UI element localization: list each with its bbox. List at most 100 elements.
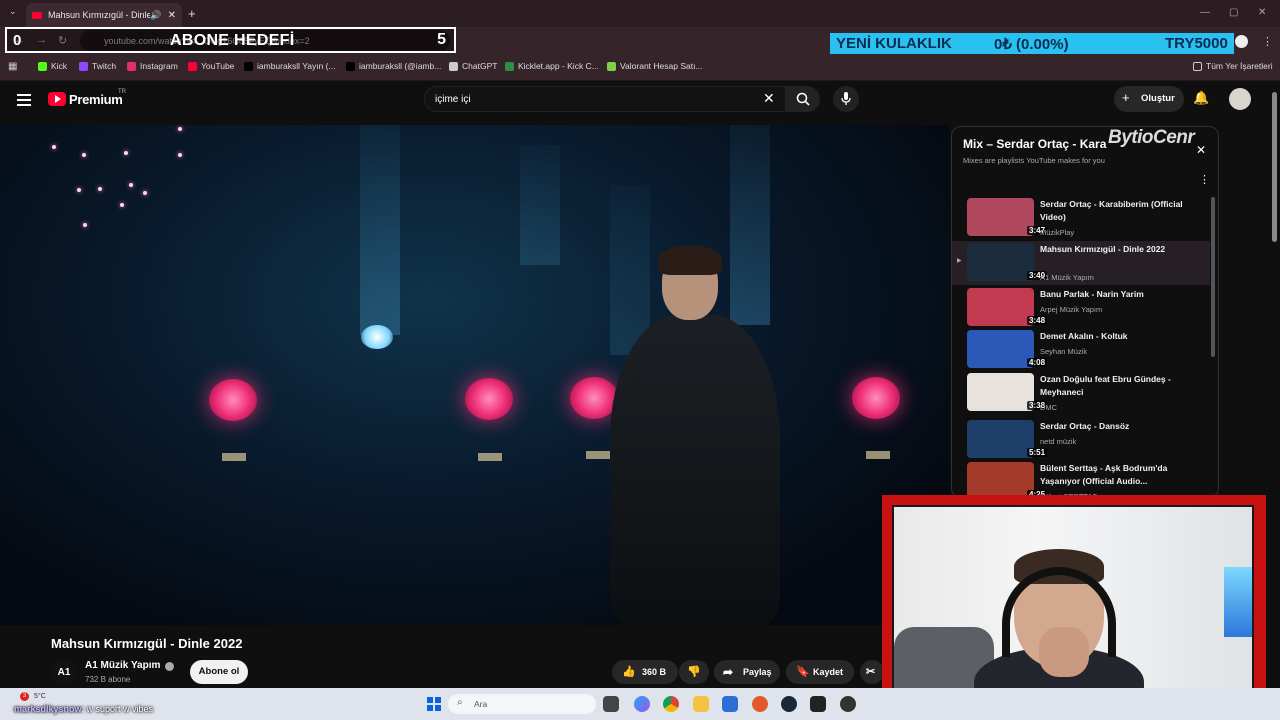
notifications-bell-icon[interactable]: 🔔 xyxy=(1193,90,1209,106)
epic-games-icon[interactable] xyxy=(810,696,826,712)
bookmark-item[interactable]: iamburaksll (@iamb... xyxy=(346,61,441,71)
tab-close-icon[interactable]: ✕ xyxy=(168,10,176,21)
user-avatar[interactable] xyxy=(1229,88,1251,110)
clip-button[interactable]: ✂ xyxy=(860,660,884,684)
channel-avatar[interactable]: A1 xyxy=(51,660,77,686)
video-player[interactable] xyxy=(0,125,950,625)
playlist-thumbnail[interactable]: 3:47 xyxy=(967,198,1048,236)
tab-search-icon[interactable]: ⌄ xyxy=(9,6,17,17)
bookmark-item[interactable]: ChatGPT xyxy=(449,61,497,71)
clear-search-icon[interactable]: ✕ xyxy=(763,90,775,107)
brave-icon[interactable] xyxy=(752,696,768,712)
browser-tab-active[interactable]: Mahsun Kırmızıgül - Dinle 2 🔊 ✕ xyxy=(26,3,182,27)
taskbar-search-placeholder: Ara xyxy=(474,699,488,709)
voice-search-button[interactable] xyxy=(833,86,859,112)
subscribe-button[interactable]: Abone ol xyxy=(190,660,248,684)
playlist-item[interactable]: ▶ 3:40 Mahsun Kırmızıgül - Dinle 2022 A1 Mü… xyxy=(952,241,1210,285)
donation-goal-bar: YENİ KULAKLIK 0₺ (0.00%) TRY5000 xyxy=(830,33,1234,54)
task-view-icon[interactable] xyxy=(603,696,619,712)
donation-goal-amount: 0₺ (0.00%) xyxy=(994,36,1069,53)
minimize-icon[interactable]: — xyxy=(1200,7,1210,18)
playlist-thumbnail[interactable]: 3:48 xyxy=(967,288,1048,326)
like-button[interactable]: 👍 360 B xyxy=(612,660,678,684)
youtube-premium-logo[interactable]: Premium xyxy=(69,92,123,107)
playlist-item[interactable]: 3:48 Banu Parlak - Narin Yarim Arpej Müzik… xyxy=(952,286,1210,330)
bookmark-label: Instagram xyxy=(140,61,178,71)
search-icon xyxy=(796,92,810,106)
bookmark-item[interactable]: Kick xyxy=(38,61,67,71)
playlist-close-icon[interactable]: ✕ xyxy=(1196,143,1206,157)
chat-user: marksdlkysnow xyxy=(14,704,82,714)
playlist-item-channel: A1 Müzik Yapım xyxy=(1040,273,1094,282)
page-scrollbar[interactable] xyxy=(1272,92,1277,242)
bookmark-item[interactable]: Kicklet.app - Kick C... xyxy=(505,61,599,71)
youtube-logo-icon[interactable] xyxy=(48,92,66,106)
weather-widget[interactable]: 5°C xyxy=(34,693,46,700)
pink-light xyxy=(209,379,257,421)
taskbar-search[interactable]: ⌕ Ara xyxy=(448,694,596,714)
playlist-item-title: Serdar Ortaç - Karabiberim (Official Vid… xyxy=(1040,199,1183,222)
window-close-icon[interactable]: ✕ xyxy=(1258,7,1266,18)
all-bookmarks-label: Tüm Yer İşaretleri xyxy=(1206,61,1273,71)
playlist-item-channel: netd müzik xyxy=(1040,437,1077,446)
stage-light-beam xyxy=(360,125,400,335)
copilot-icon[interactable] xyxy=(634,696,650,712)
bookmark-item[interactable]: YouTube xyxy=(188,61,234,71)
steam-icon[interactable] xyxy=(781,696,797,712)
floor-light xyxy=(586,451,610,459)
video-duration: 3:48 xyxy=(1027,316,1048,325)
new-tab-button[interactable]: + xyxy=(188,6,196,21)
playlist-item[interactable]: 3:47 Serdar Ortaç - Karabiberim (Official… xyxy=(952,196,1210,240)
donation-goal-label: YENİ KULAKLIK xyxy=(836,35,952,52)
donation-goal-target: TRY5000 xyxy=(1165,35,1228,52)
dislike-button[interactable]: 👎 xyxy=(679,660,709,684)
folder-icon xyxy=(1193,61,1202,71)
playlist-item[interactable]: 3:38 Ozan Doğulu feat Ebru Gündeş - Meyha… xyxy=(952,371,1210,415)
share-label: Paylaş xyxy=(743,667,772,677)
playlist-thumbnail[interactable]: 4:08 xyxy=(967,330,1048,368)
playlist-thumbnail[interactable]: 5:51 xyxy=(967,420,1048,458)
playlist-item-channel: Arpej Müzik Yapım xyxy=(1040,305,1103,314)
bookmark-item[interactable]: Twitch xyxy=(79,61,116,71)
light-dot xyxy=(178,153,182,157)
chrome-icon[interactable] xyxy=(663,696,679,712)
create-button[interactable]: + Oluştur xyxy=(1114,86,1184,112)
playlist-thumbnail[interactable]: 3:40 xyxy=(967,243,1048,281)
app-icon[interactable] xyxy=(840,696,856,712)
bookmark-item[interactable]: iamburaksll Yayın (... xyxy=(244,61,336,71)
browser-menu-icon[interactable]: ⋮ xyxy=(1262,35,1273,48)
start-button[interactable] xyxy=(427,697,441,711)
playlist-item-channel: MüzikPlay xyxy=(1040,228,1075,237)
playlist-scrollbar[interactable] xyxy=(1211,197,1215,357)
bookmark-label: YouTube xyxy=(201,61,235,71)
more-options-icon[interactable]: ⋮ xyxy=(1199,173,1210,186)
maximize-icon[interactable]: ▢ xyxy=(1229,7,1238,18)
bookmark-item[interactable]: Instagram xyxy=(127,61,178,71)
search-button[interactable] xyxy=(786,86,820,112)
light-dot xyxy=(83,223,87,227)
playlist-thumbnail[interactable]: 3:38 xyxy=(967,373,1048,411)
save-button[interactable]: 🔖 Kaydet xyxy=(786,660,854,684)
menu-icon[interactable] xyxy=(17,94,31,109)
speaker-icon[interactable]: 🔊 xyxy=(150,10,161,21)
apps-grid-icon[interactable]: ▦ xyxy=(8,61,17,72)
video-duration: 4:08 xyxy=(1027,358,1048,367)
bookmark-favicon-icon xyxy=(346,61,355,71)
search-input[interactable]: içime içi xyxy=(424,86,786,112)
bookmark-label: Kick xyxy=(51,61,68,71)
file-explorer-icon[interactable] xyxy=(693,696,709,712)
youtube-favicon-icon xyxy=(32,11,42,19)
playlist-item-title: Mahsun Kırmızıgül - Dinle 2022 xyxy=(1040,244,1166,254)
chat-text: : w suport w vibes xyxy=(81,704,154,714)
bookmark-favicon-icon xyxy=(607,61,616,71)
profile-icon[interactable] xyxy=(1235,35,1248,48)
playlist-item[interactable]: 4:08 Demet Akalın - Koltuk Seyhan Müzik xyxy=(952,328,1210,372)
bookmark-item[interactable]: Valorant Hesap Satı... xyxy=(607,61,703,71)
channel-name[interactable]: A1 Müzik Yapım xyxy=(85,660,160,671)
playlist-item-title: Bülent Serttaş - Aşk Bodrum'da Yaşanıyor… xyxy=(1040,463,1168,486)
playlist-item[interactable]: 5:51 Serdar Ortaç - Dansöz netd müzik xyxy=(952,418,1210,462)
share-button[interactable]: ➦ Paylaş xyxy=(714,660,780,684)
all-bookmarks-link[interactable]: Tüm Yer İşaretleri xyxy=(1193,61,1273,71)
store-icon[interactable] xyxy=(722,696,738,712)
abone-label: ABONE HEDEFİ xyxy=(170,32,295,49)
